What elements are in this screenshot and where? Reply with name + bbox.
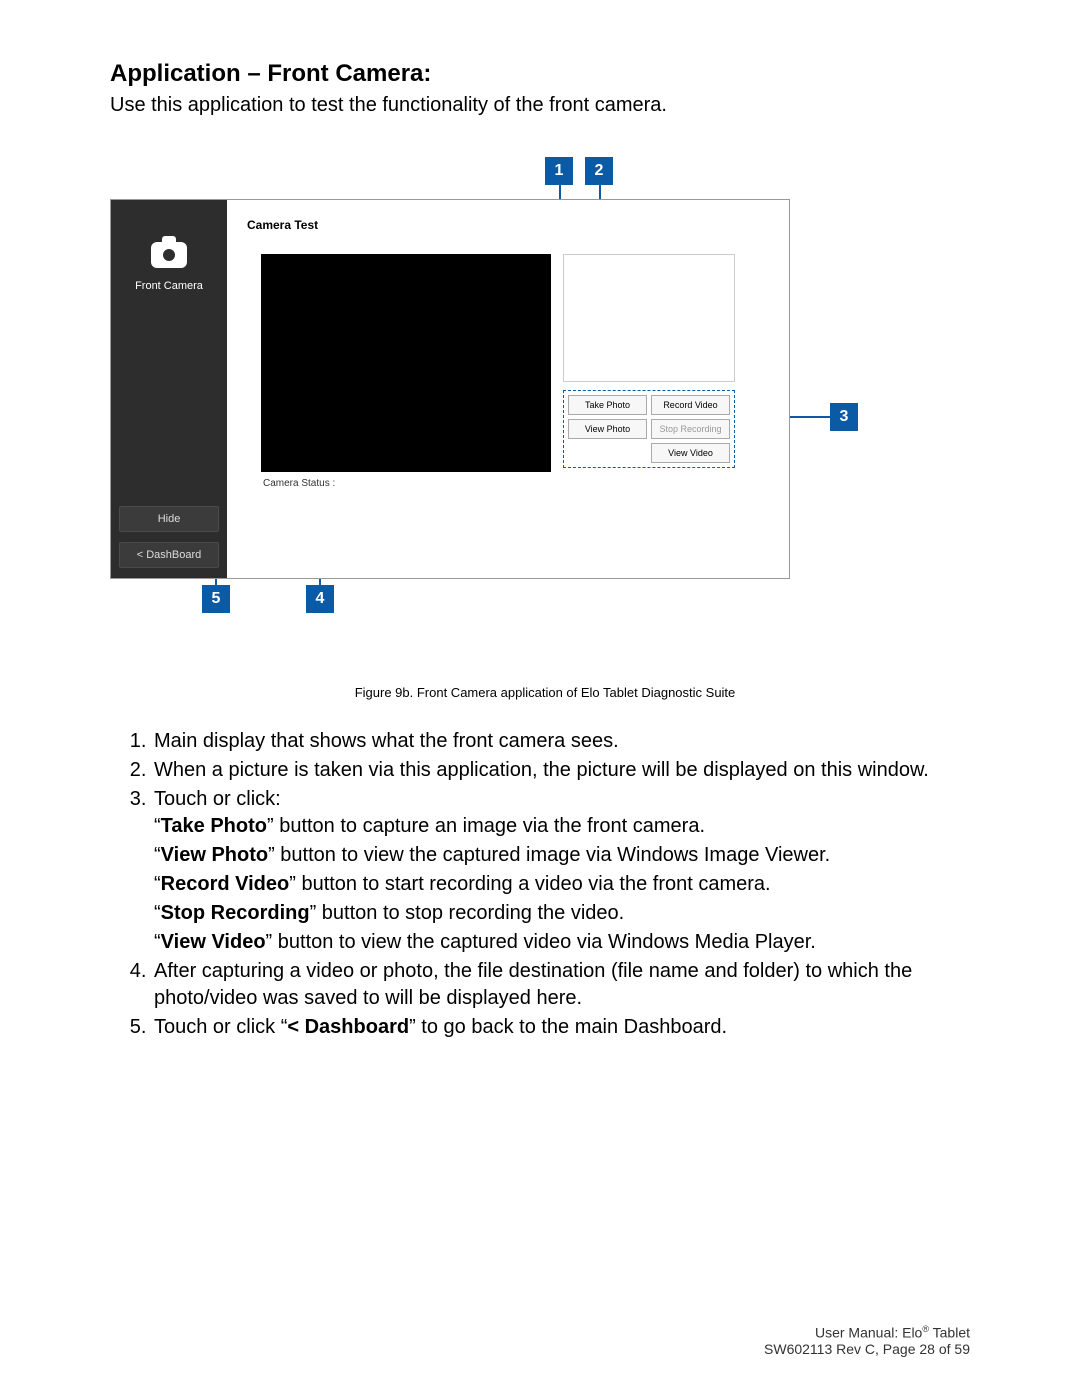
app-sidebar: Front Camera Hide < DashBoard xyxy=(111,200,227,578)
callout-2: 2 xyxy=(585,157,613,185)
callout-5: 5 xyxy=(202,585,230,613)
front-camera-label: Front Camera xyxy=(111,280,227,292)
list-item: Main display that shows what the front c… xyxy=(152,728,980,755)
camera-preview xyxy=(261,254,551,472)
camera-test-title: Camera Test xyxy=(247,218,318,232)
instruction-list: Main display that shows what the front c… xyxy=(110,728,980,1041)
callout-4: 4 xyxy=(306,585,334,613)
view-video-button[interactable]: View Video xyxy=(651,443,730,463)
take-photo-button[interactable]: Take Photo xyxy=(568,395,647,415)
camera-status-label: Camera Status : xyxy=(263,478,335,489)
callout-1: 1 xyxy=(545,157,573,185)
intro-text: Use this application to test the functio… xyxy=(110,94,980,117)
camera-button-panel: Take Photo Record Video View Photo Stop … xyxy=(563,390,735,468)
dashboard-button[interactable]: < DashBoard xyxy=(119,542,219,568)
camera-icon xyxy=(151,242,187,268)
capture-thumbnail xyxy=(563,254,735,382)
hide-button[interactable]: Hide xyxy=(119,506,219,532)
stop-recording-button[interactable]: Stop Recording xyxy=(651,419,730,439)
page-footer: User Manual: Elo® Tablet SW602113 Rev C,… xyxy=(764,1324,970,1357)
figure-wrap: 1 2 3 5 4 Front Camera Hide < DashBoard xyxy=(110,157,990,677)
callout-3: 3 xyxy=(830,403,858,431)
app-main: Camera Test Take Photo Record Video View… xyxy=(227,200,789,578)
section-heading: Application – Front Camera: xyxy=(110,60,980,88)
app-window: Front Camera Hide < DashBoard Camera Tes… xyxy=(110,199,790,579)
list-item: After capturing a video or photo, the fi… xyxy=(152,958,980,1012)
list-item: When a picture is taken via this applica… xyxy=(152,757,980,784)
list-item: Touch or click: “Take Photo” button to c… xyxy=(152,786,980,956)
list-item: Touch or click “< Dashboard” to go back … xyxy=(152,1014,980,1041)
record-video-button[interactable]: Record Video xyxy=(651,395,730,415)
figure-caption: Figure 9b. Front Camera application of E… xyxy=(110,685,980,700)
view-photo-button[interactable]: View Photo xyxy=(568,419,647,439)
